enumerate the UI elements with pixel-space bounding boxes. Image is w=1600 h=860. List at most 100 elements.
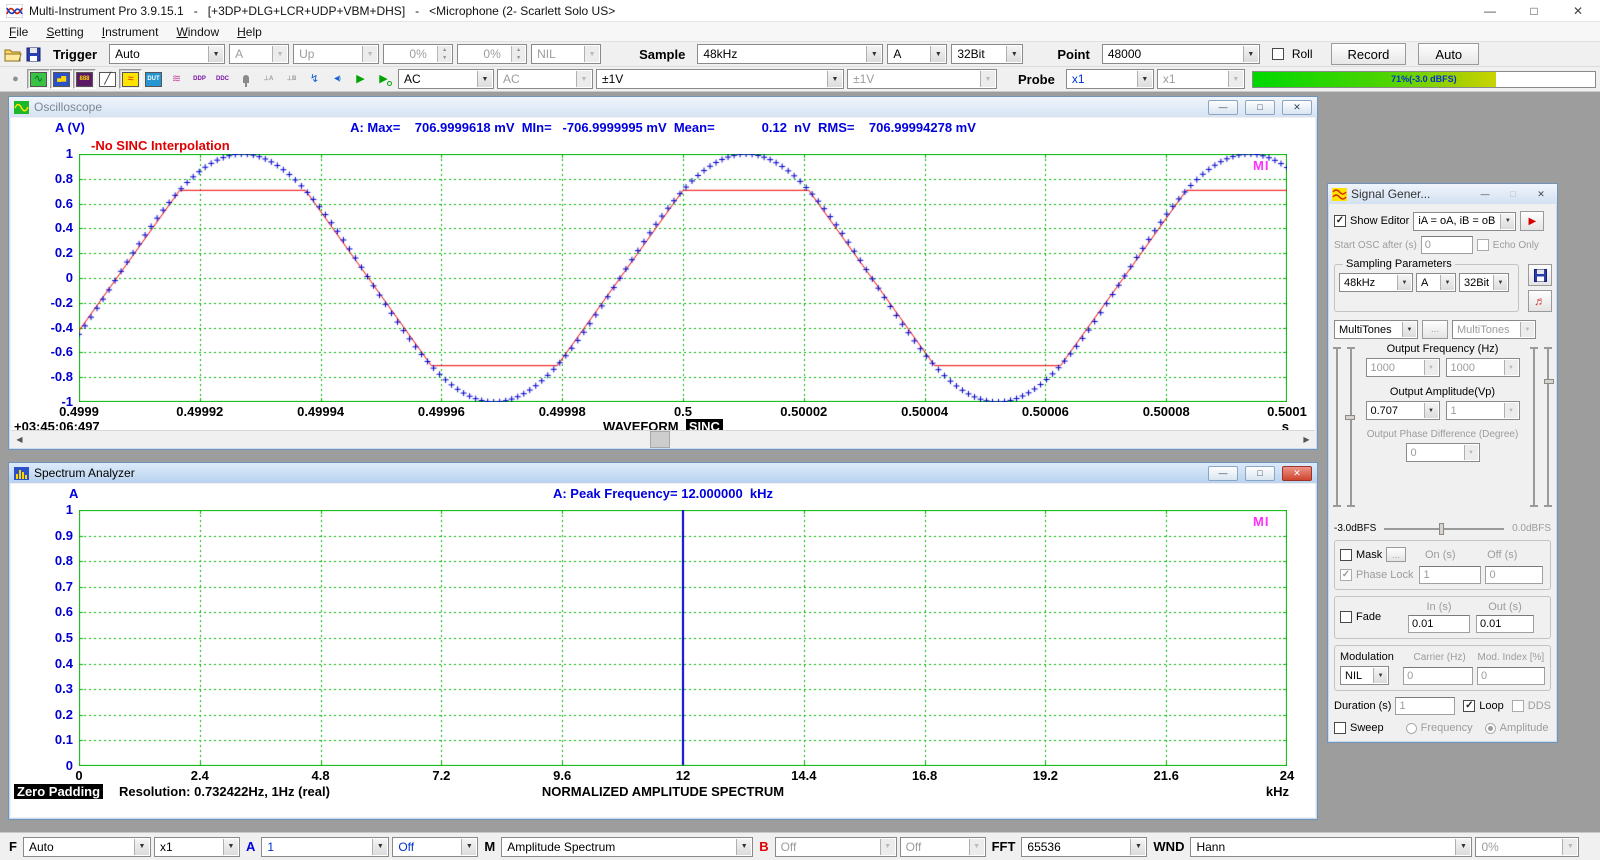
amp-b-slider-handle [1544,379,1554,384]
scrollbar-track[interactable] [28,431,1298,448]
sweep-checkbox[interactable] [1334,722,1346,734]
dut-analysis-icon[interactable]: DUT [142,69,165,89]
probe-b-select[interactable]: x1▼ [1157,69,1245,89]
amp-a-slider-handle[interactable] [1345,415,1355,420]
calibration-icon[interactable]: ↯ [303,69,326,89]
dbfs-slider[interactable] [1384,528,1504,530]
menu-item-instrument[interactable]: Instrument [93,22,168,41]
generator-sample-rate-select[interactable]: 48kHz▼ [1339,273,1413,292]
sample-channel-select[interactable]: A▼ [887,44,947,64]
trigger-level-spinner[interactable]: 0% ▲▼ [383,44,453,64]
point-label: Point [1049,47,1098,62]
range-a-select[interactable]: ±1V▼ [596,69,844,89]
coupling-a-select[interactable]: AC▼ [398,69,494,89]
sample-rate-select[interactable]: 48kHz▼ [697,44,883,64]
point-count-select[interactable]: 48000▼ [1102,44,1260,64]
close-icon[interactable]: ✕ [1529,187,1553,202]
fade-out-input[interactable]: 0.01 [1476,615,1534,633]
generator-run-button[interactable]: ▶ [1520,211,1544,231]
minimize-icon[interactable]: — [1208,466,1238,481]
window-function-select[interactable]: Hann▼ [1190,837,1472,857]
freq-a-slider[interactable] [1336,347,1338,507]
spectrum-titlebar[interactable]: Spectrum Analyzer — □ ✕ [9,463,1317,483]
run-loop-icon[interactable]: ▶ [372,69,395,89]
trigger-delay-spinner[interactable]: 0% ▲▼ [457,44,527,64]
ddc-viewer-icon[interactable]: DDC [211,69,234,89]
roll-checkbox[interactable] [1272,48,1284,60]
close-icon[interactable]: ✕ [1282,466,1312,481]
mask-checkbox[interactable] [1340,549,1352,561]
fft-size-select[interactable]: 65536▼ [1021,837,1147,857]
loop-checkbox[interactable] [1463,700,1475,712]
probe-a-select[interactable]: x1▼ [1066,69,1154,89]
sound-output-icon[interactable]: ◀) [326,69,349,89]
minimize-icon[interactable]: — [1208,100,1238,115]
run-icon[interactable]: ▶ [349,69,372,89]
signal-generator-titlebar[interactable]: Signal Gener... — □ ✕ [1328,184,1557,204]
ddp-viewer-icon[interactable]: DDP [188,69,211,89]
restore-icon[interactable]: □ [1245,466,1275,481]
music-note-button[interactable]: ♬ [1528,290,1552,312]
in-s-label: In (s) [1408,601,1470,613]
trigger-source-select[interactable]: A▼ [229,44,289,64]
spectrum-analyzer-icon[interactable]: ▄▆ [50,69,73,89]
modulation-type-select[interactable]: NIL▼ [1340,666,1389,685]
close-icon[interactable]: ✕ [1282,100,1312,115]
menu-item-window[interactable]: Window [167,22,228,41]
close-icon[interactable]: ✕ [1556,0,1600,21]
routing-select[interactable]: iA = oA, iB = oB▼ [1413,212,1516,231]
zoom-select[interactable]: x1▼ [154,837,240,857]
minimize-icon[interactable]: — [1473,187,1497,202]
generator-bits-select[interactable]: 32Bit▼ [1459,273,1509,292]
record-button[interactable]: Record [1331,43,1407,65]
auto-button[interactable]: Auto [1418,43,1479,65]
duration-input[interactable]: 1 [1395,697,1455,715]
signal-generator-icon[interactable]: ≈ [119,69,142,89]
record-standby-icon[interactable]: ● [4,69,27,89]
derived-data-curve-icon[interactable]: ≋ [165,69,188,89]
ground-a-icon[interactable]: ⊥A [257,69,280,89]
menu-item-help[interactable]: Help [228,22,271,41]
frequency-axis-select[interactable]: Auto▼ [23,837,151,857]
maximize-icon[interactable]: □ [1512,0,1556,21]
scrollbar-thumb[interactable] [650,431,670,448]
menu-item-file[interactable]: File [0,22,37,41]
fade-in-input[interactable]: 0.01 [1408,615,1470,633]
oscilloscope-titlebar[interactable]: Oscilloscope — □ ✕ [9,97,1317,117]
waveform-a-select[interactable]: MultiTones▼ [1334,320,1418,339]
spinner-arrows[interactable]: ▲▼ [437,46,451,62]
sample-bits-select[interactable]: 32Bit▼ [951,44,1023,64]
generator-channel-select[interactable]: A▼ [1416,273,1456,292]
oscilloscope-scrollbar[interactable]: ◀ ▶ [11,430,1315,447]
trigger-edge-select[interactable]: Up▼ [293,44,379,64]
coupling-b-select[interactable]: AC▼ [497,69,593,89]
spinner-arrows[interactable]: ▲▼ [511,46,525,62]
a-ref-select[interactable]: Off▼ [392,837,478,857]
trigger-mode-select[interactable]: Auto▼ [109,44,225,64]
amplitude-a-select[interactable]: 0.707▼ [1366,401,1440,420]
scroll-right-icon[interactable]: ▶ [1298,431,1315,448]
restore-icon[interactable]: □ [1245,100,1275,115]
generator-save-button[interactable] [1528,264,1552,286]
minimize-icon[interactable]: — [1468,0,1512,21]
open-file-icon[interactable] [4,47,22,62]
save-icon[interactable] [26,47,41,62]
multimeter-icon[interactable]: 888 [73,69,96,89]
trigger-coupling-select[interactable]: NIL▼ [531,44,601,64]
oscilloscope-icon[interactable]: ∿ [27,69,50,89]
show-editor-checkbox[interactable] [1334,215,1346,227]
dbfs-slider-handle[interactable] [1439,523,1444,535]
microphone-icon[interactable] [234,69,257,89]
a-gain-select[interactable]: 1▼ [261,837,389,857]
ground-b-icon[interactable]: ⊥B [280,69,303,89]
fade-checkbox[interactable] [1340,611,1352,623]
spectrum-body: A A: Peak Frequency= 12.000000 kHz MI 10… [11,484,1315,817]
scroll-left-icon[interactable]: ◀ [11,431,28,448]
analysis-mode-select[interactable]: Amplitude Spectrum▼ [501,837,753,857]
range-b-select[interactable]: ±1V▼ [847,69,997,89]
xy-plot-icon[interactable]: ╱ [96,69,119,89]
amp-a-slider[interactable] [1350,347,1352,507]
start-osc-input[interactable]: 0 [1421,236,1473,254]
trigger-label: Trigger [45,47,105,62]
menu-item-setting[interactable]: Setting [37,22,92,41]
